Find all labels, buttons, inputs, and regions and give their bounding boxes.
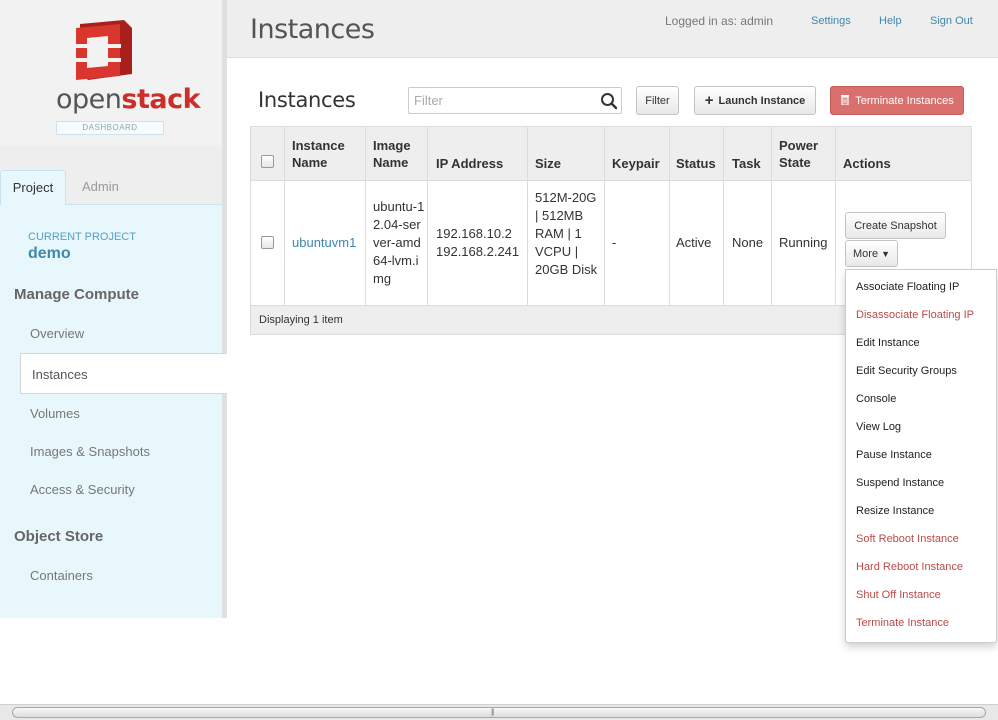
menu-item-edit-security-groups[interactable]: Edit Security Groups [856, 365, 957, 377]
item-count: Displaying 1 item [259, 314, 343, 326]
menu-item-terminate-instance[interactable]: Terminate Instance [856, 617, 949, 629]
logged-in-user: Logged in as: admin [665, 14, 774, 28]
scrollbar-thumb[interactable]: ||| [12, 707, 986, 718]
plus-icon: + [704, 92, 714, 109]
dashboard-tabs: Project Admin [0, 170, 222, 205]
sidebar-item-images-snapshots[interactable]: Images & Snapshots [30, 444, 150, 459]
terminate-instances-label: Terminate Instances [855, 94, 954, 107]
column-header-ip-address[interactable]: IP Address [436, 155, 503, 172]
sidebar-item-access-security[interactable]: Access & Security [30, 482, 135, 497]
grip-icon: ||| [491, 709, 495, 716]
launch-instance-label: Launch Instance [718, 94, 806, 107]
filter-field [408, 87, 622, 114]
filter-input[interactable] [409, 88, 599, 113]
menu-item-hard-reboot-instance[interactable]: Hard Reboot Instance [856, 561, 963, 573]
column-header-instance-name[interactable]: Instance Name [292, 137, 360, 171]
section-manage-compute: Manage Compute [14, 286, 140, 303]
sidebar-item-volumes[interactable]: Volumes [30, 406, 80, 421]
menu-item-edit-instance[interactable]: Edit Instance [856, 337, 920, 349]
openstack-logo-icon [76, 20, 132, 80]
column-header-status[interactable]: Status [676, 155, 716, 172]
page-header: Instances Logged in as: admin Settings H… [227, 0, 998, 58]
sidebar: openstack DASHBOARD Project Admin CURREN… [0, 0, 227, 618]
tab-admin[interactable]: Admin [82, 170, 119, 205]
tab-project[interactable]: Project [0, 170, 66, 205]
launch-instance-button[interactable]: + Launch Instance [694, 86, 816, 115]
caret-down-icon: ▼ [881, 248, 890, 259]
menu-item-associate-floating-ip[interactable]: Associate Floating IP [856, 281, 959, 293]
logo-subtitle: DASHBOARD [56, 121, 164, 135]
sidebar-item-containers[interactable]: Containers [30, 568, 93, 583]
more-label: More [853, 247, 879, 260]
table-title: Instances [258, 88, 356, 112]
image-name-cell: ubuntu-12.04-server-amd64-lvm.img [373, 199, 425, 286]
ip-address-2: 192.168.2.241 [436, 244, 520, 259]
select-all-checkbox[interactable] [261, 155, 274, 168]
menu-item-disassociate-floating-ip[interactable]: Disassociate Floating IP [856, 309, 974, 321]
menu-item-shut-off-instance[interactable]: Shut Off Instance [856, 589, 941, 601]
menu-item-console[interactable]: Console [856, 393, 896, 405]
keypair-cell: - [612, 235, 617, 250]
menu-item-resize-instance[interactable]: Resize Instance [856, 505, 934, 517]
logo-wordmark: openstack [56, 84, 201, 115]
task-cell: None [732, 235, 764, 250]
column-header-actions: Actions [843, 156, 891, 171]
sidebar-nav: CURRENT PROJECT demo Manage Compute Over… [0, 204, 227, 618]
column-header-image-name[interactable]: Image Name [373, 137, 423, 171]
size-cell: 512M-20G | 512MB RAM | 1 VCPU | 20GB Dis… [535, 190, 598, 277]
sidebar-item-label: Instances [32, 367, 88, 382]
menu-item-pause-instance[interactable]: Pause Instance [856, 449, 932, 461]
current-project-label: CURRENT PROJECT [28, 231, 136, 243]
current-project-name[interactable]: demo [28, 245, 71, 263]
page-title: Instances [250, 14, 375, 45]
filter-button[interactable]: Filter [636, 86, 679, 115]
ip-address-1: 192.168.10.2 [436, 226, 512, 241]
logo-area: openstack DASHBOARD [0, 0, 222, 145]
menu-item-soft-reboot-instance[interactable]: Soft Reboot Instance [856, 533, 959, 545]
create-snapshot-button[interactable]: Create Snapshot [845, 212, 946, 239]
terminate-instances-button[interactable]: Terminate Instances [830, 86, 964, 115]
search-icon[interactable] [600, 92, 618, 110]
settings-link[interactable]: Settings [811, 15, 851, 27]
sign-out-link[interactable]: Sign Out [930, 15, 973, 27]
column-header-keypair[interactable]: Keypair [612, 155, 660, 172]
column-header-power-state[interactable]: Power State [779, 137, 829, 171]
create-snapshot-label: Create Snapshot [854, 219, 937, 232]
power-state-cell: Running [779, 235, 828, 250]
more-actions-button[interactable]: More ▼ [845, 240, 898, 267]
filter-button-label: Filter [645, 94, 670, 107]
sidebar-item-overview[interactable]: Overview [30, 326, 84, 341]
column-header-task[interactable]: Task [732, 155, 761, 172]
menu-item-view-log[interactable]: View Log [856, 421, 901, 433]
trash-icon [840, 94, 850, 108]
help-link[interactable]: Help [879, 15, 902, 27]
instance-name-link[interactable]: ubuntuvm1 [292, 234, 356, 252]
menu-item-suspend-instance[interactable]: Suspend Instance [856, 477, 944, 489]
horizontal-scrollbar[interactable]: ||| [0, 704, 998, 720]
more-actions-menu: Associate Floating IP Disassociate Float… [845, 269, 997, 643]
column-header-size[interactable]: Size [535, 155, 561, 172]
sidebar-item-instances[interactable]: Instances [20, 353, 227, 394]
row-checkbox[interactable] [261, 236, 274, 249]
section-object-store: Object Store [14, 528, 104, 545]
status-cell: Active [676, 235, 712, 250]
